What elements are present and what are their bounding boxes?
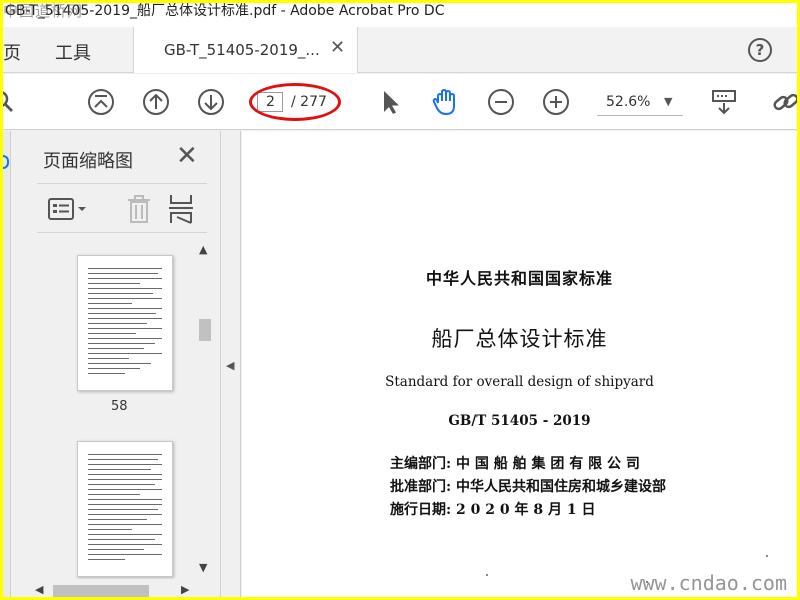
thumbnail-label: 58 xyxy=(111,399,128,414)
search-icon[interactable] xyxy=(3,87,19,117)
panel-close-button[interactable]: ✕ xyxy=(176,141,198,171)
scrollbar-thumb[interactable] xyxy=(199,319,211,341)
window-title: GB-T_51405-2019_船厂总体设计标准.pdf - Adobe Acr… xyxy=(5,3,445,19)
scroll-up-icon[interactable]: ▲ xyxy=(199,243,207,256)
scroll-mode-icon[interactable] xyxy=(709,87,739,117)
select-arrow-icon[interactable] xyxy=(375,87,405,117)
panel-collapse-strip[interactable]: ◀ xyxy=(221,131,241,597)
nav-pane-indicator-icon[interactable] xyxy=(3,155,9,169)
panel-toolbar xyxy=(37,183,207,233)
document-view[interactable]: 中华人民共和国国家标准 船厂总体设计标准 Standard for overal… xyxy=(242,131,797,597)
tab-title: GB-T_51405-2019_... xyxy=(164,41,320,59)
scroll-right-icon[interactable]: ▶ xyxy=(181,583,189,596)
thumbnail-vertical-scrollbar[interactable]: ▲ ▼ xyxy=(195,239,213,579)
doc-line-value: 中华人民共和国住房和城乡建设部 xyxy=(456,479,666,495)
scan-speck xyxy=(766,555,768,557)
highlight-ellipse xyxy=(249,83,341,121)
doc-line-label: 主编部门: xyxy=(390,456,452,472)
doc-line-value: 2 0 2 0 年 8 月 1 日 xyxy=(456,502,596,518)
scan-speck xyxy=(486,574,488,576)
doc-title-cn: 船厂总体设计标准 xyxy=(431,327,608,351)
insert-page-icon[interactable] xyxy=(167,193,197,225)
doc-code: GB/T 51405 - 2019 xyxy=(448,413,591,429)
doc-title-en: Standard for overall design of shipyard xyxy=(385,374,654,390)
zoom-in-icon[interactable] xyxy=(541,87,571,117)
panel-title: 页面缩略图 xyxy=(43,151,133,172)
left-nav-strip xyxy=(3,131,11,597)
zoom-select[interactable]: 52.6% ▼ xyxy=(597,88,683,116)
scroll-down-icon[interactable]: ▼ xyxy=(199,561,207,574)
thumbnail-options-icon[interactable] xyxy=(47,196,89,222)
thumbnail-horizontal-scrollbar[interactable]: ◀ ▶ xyxy=(31,581,199,597)
tab-close-button[interactable]: ✕ xyxy=(330,37,345,58)
doc-line-approver: 批准部门: 中华人民共和国住房和城乡建设部 xyxy=(390,476,666,496)
doc-line-label: 施行日期: xyxy=(390,502,452,518)
hand-tool-icon[interactable] xyxy=(430,87,460,117)
app-window: GB-T_51405-2019_船厂总体设计标准.pdf - Adobe Acr… xyxy=(3,3,797,597)
menu-tools[interactable]: 工具 xyxy=(55,39,91,65)
link-icon[interactable] xyxy=(771,87,797,117)
scroll-left-icon[interactable]: ◀ xyxy=(35,583,43,596)
doc-line-label: 批准部门: xyxy=(390,479,452,495)
doc-line-value: 中 国 船 舶 集 团 有 限 公 司 xyxy=(456,456,640,472)
scrollbar-thumb[interactable] xyxy=(53,585,149,597)
watermark-bottom: www.cndao.com xyxy=(630,571,787,595)
trash-icon[interactable] xyxy=(125,193,153,225)
chevron-down-icon: ▼ xyxy=(664,95,673,108)
zoom-out-icon[interactable] xyxy=(486,87,516,117)
help-button[interactable]: ? xyxy=(748,38,772,62)
doc-line-editor: 主编部门: 中 国 船 舶 集 团 有 限 公 司 xyxy=(390,453,640,473)
scan-speck xyxy=(646,581,648,583)
thumbnail-list[interactable]: 58 xyxy=(11,239,203,579)
thumbnail-panel: 页面缩略图 ✕ 58 ▲ ▼ ◀ ▶ xyxy=(11,131,221,597)
next-page-icon[interactable] xyxy=(196,87,226,117)
tab-bar: 页 工具 GB-T_51405-2019_... ✕ ? xyxy=(3,27,797,73)
collapse-arrow-icon[interactable]: ◀ xyxy=(226,359,234,372)
menu-home[interactable]: 页 xyxy=(3,39,21,65)
document-tab[interactable]: GB-T_51405-2019_... ✕ xyxy=(133,27,358,73)
prev-page-icon[interactable] xyxy=(141,87,171,117)
page-thumbnail[interactable] xyxy=(77,441,173,577)
first-page-icon[interactable] xyxy=(86,87,116,117)
doc-line-effective-date: 施行日期: 2 0 2 0 年 8 月 1 日 xyxy=(390,499,595,519)
page-thumbnail[interactable] xyxy=(77,255,173,391)
toolbar: 2 / 277 52.6% ▼ xyxy=(3,74,797,130)
zoom-value: 52.6% xyxy=(606,94,651,110)
title-bar: GB-T_51405-2019_船厂总体设计标准.pdf - Adobe Acr… xyxy=(3,3,797,27)
doc-heading: 中华人民共和国国家标准 xyxy=(425,269,613,288)
